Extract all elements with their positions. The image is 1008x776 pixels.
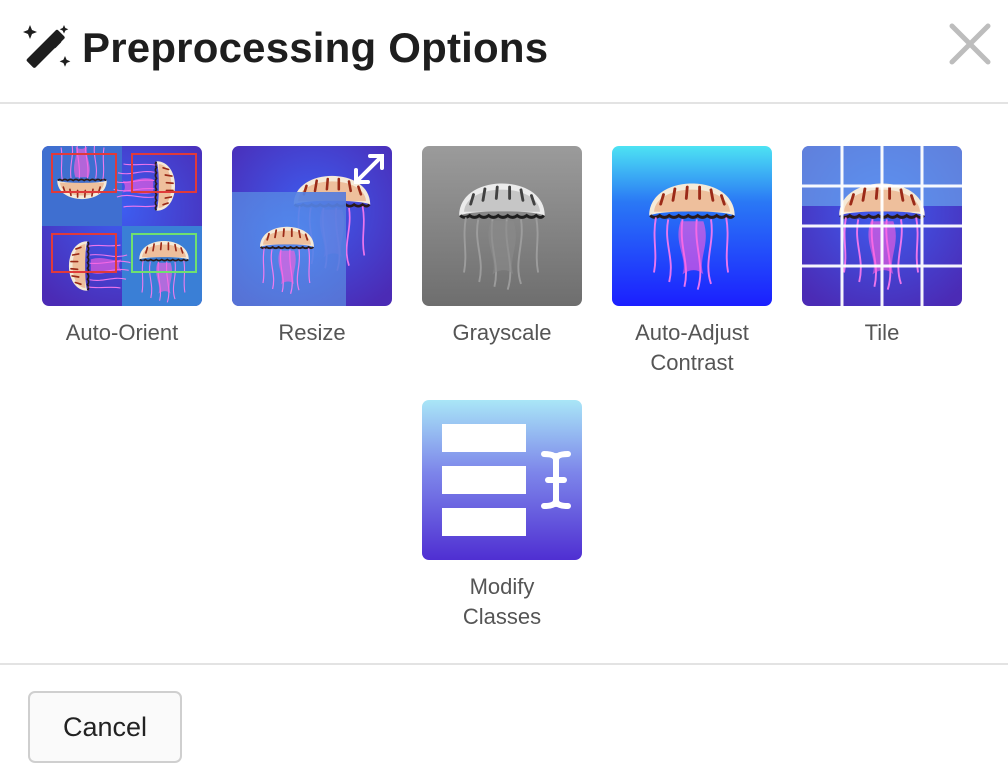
dialog-header: Preprocessing Options bbox=[0, 0, 1008, 104]
option-label: Tile bbox=[864, 320, 900, 345]
auto-orient-thumbnail bbox=[42, 146, 202, 306]
magic-wand-icon bbox=[23, 25, 71, 68]
option-auto-adjust-contrast[interactable]: Auto-Adjust Contrast bbox=[612, 146, 772, 378]
option-resize[interactable]: Resize bbox=[232, 146, 392, 348]
contrast-thumbnail bbox=[612, 146, 772, 306]
preprocessing-dialog: Preprocessing Options Auto-Orient Resize… bbox=[0, 0, 1008, 776]
tile-thumbnail bbox=[802, 146, 962, 306]
dialog-title: Preprocessing Options bbox=[82, 24, 549, 71]
grayscale-thumbnail bbox=[422, 146, 582, 306]
option-label: Resize bbox=[278, 320, 346, 345]
option-label: Auto-Orient bbox=[65, 320, 179, 345]
modify-classes-thumbnail bbox=[422, 400, 582, 560]
option-label: Modify Classes bbox=[462, 574, 542, 629]
close-icon[interactable] bbox=[946, 20, 994, 68]
cancel-button[interactable]: Cancel bbox=[28, 691, 182, 763]
option-grayscale[interactable]: Grayscale bbox=[422, 146, 582, 348]
dialog-footer: Cancel bbox=[0, 663, 1008, 776]
option-modify-classes[interactable]: Modify Classes bbox=[422, 400, 582, 632]
option-label: Grayscale bbox=[452, 320, 552, 345]
resize-thumbnail bbox=[232, 146, 392, 306]
option-auto-orient[interactable]: Auto-Orient bbox=[42, 146, 202, 348]
option-label: Auto-Adjust Contrast bbox=[635, 320, 749, 375]
option-tile[interactable]: Tile bbox=[802, 146, 962, 348]
